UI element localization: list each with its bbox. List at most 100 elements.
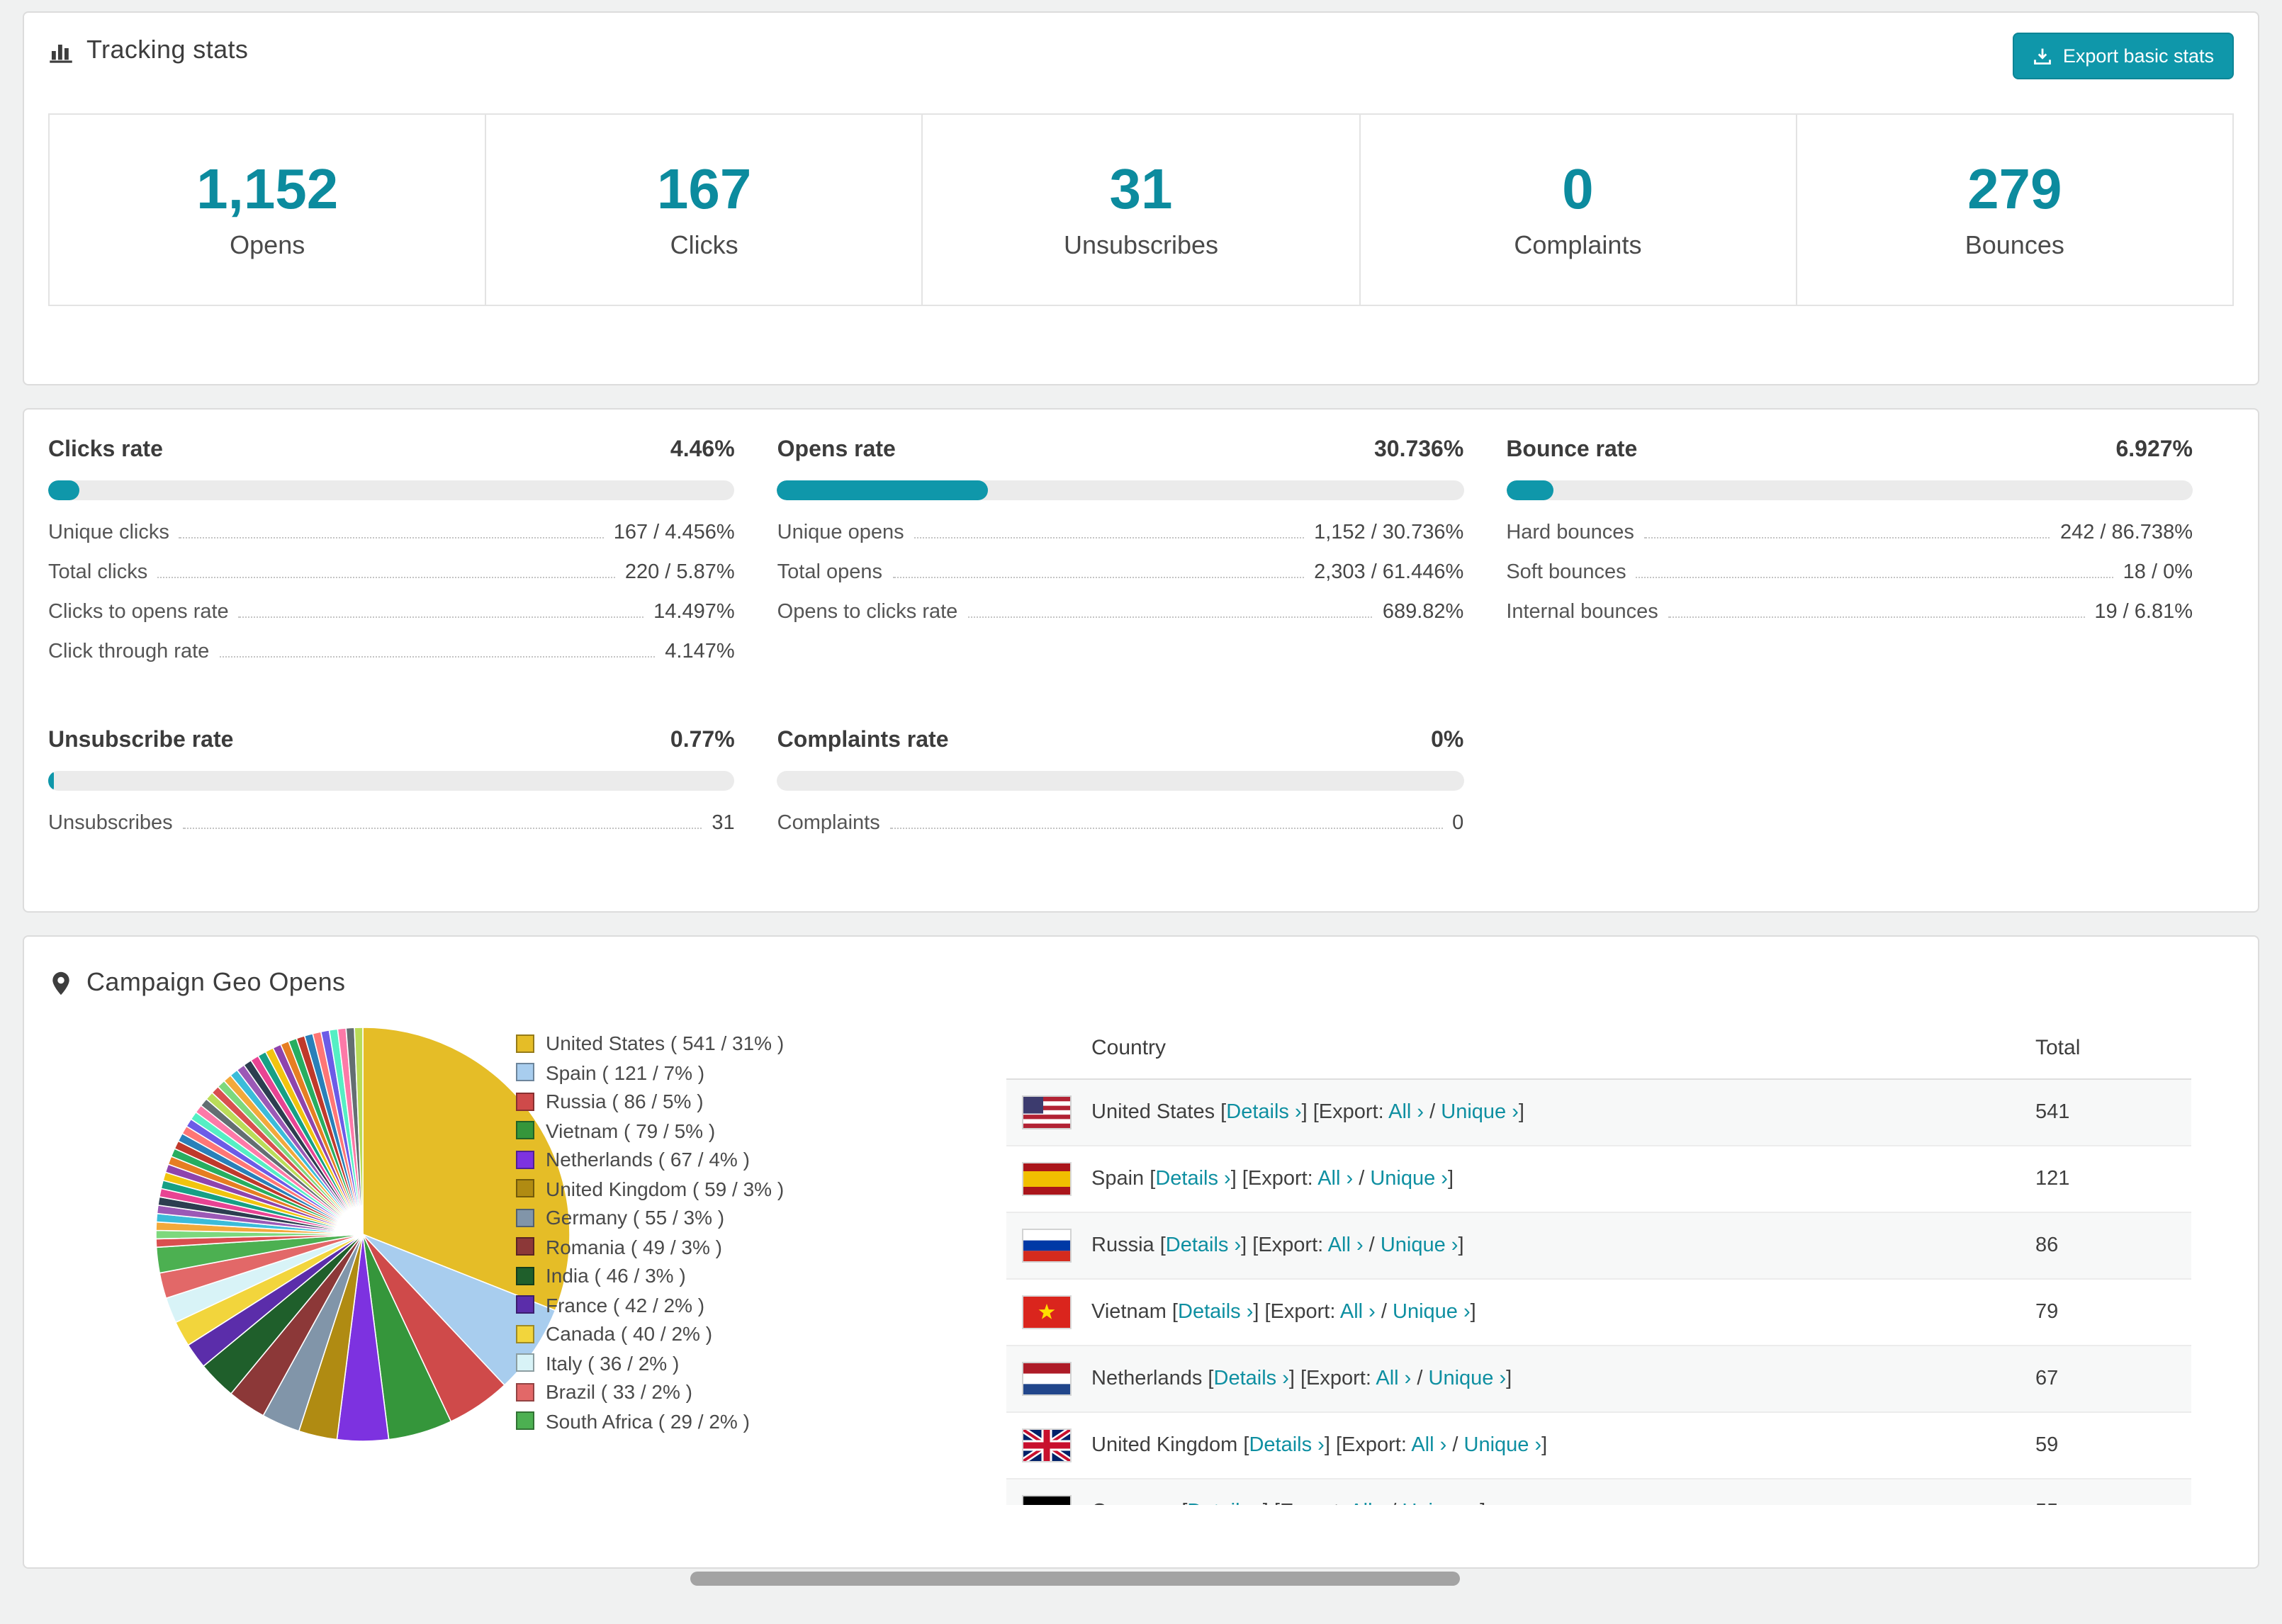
export-button-label: Export basic stats: [2062, 45, 2214, 67]
details-link[interactable]: Details ›: [1214, 1368, 1289, 1390]
legend-label: Vietnam ( 79 / 5% ): [546, 1119, 716, 1142]
progress-fill: [48, 480, 79, 500]
rate-row-label: Total opens: [777, 561, 882, 584]
stat-opens: 1,152 Opens: [50, 115, 487, 305]
legend-item: France ( 42 / 2% ): [516, 1290, 984, 1319]
country-name: United Kingdom: [1091, 1434, 1238, 1457]
rate-row-value: 1,152 / 30.736%: [1314, 521, 1464, 544]
geo-table-header: Country Total: [1006, 1017, 2191, 1080]
table-row: Netherlands [Details ›] [Export: All › /…: [1006, 1346, 2191, 1413]
flag-nl-icon: [1022, 1362, 1072, 1396]
rate-row: Opens to clicks rate 689.82%: [777, 601, 1464, 641]
stat-value: 167: [656, 159, 752, 221]
country-total: 59: [2035, 1434, 2059, 1457]
rate-row-label: Soft bounces: [1506, 561, 1626, 584]
stat-label: Bounces: [1965, 231, 2064, 259]
legend-item: Romania ( 49 / 3% ): [516, 1232, 984, 1261]
rate-row: Click through rate 4.147%: [48, 641, 735, 680]
rate-row-label: Clicks to opens rate: [48, 601, 229, 624]
export-unique-link[interactable]: Unique ›: [1464, 1434, 1542, 1457]
country-total: 67: [2035, 1368, 2059, 1390]
rate-value: 30.736%: [1373, 438, 1464, 462]
details-link[interactable]: Details ›: [1178, 1301, 1253, 1324]
legend-label: United Kingdom ( 59 / 3% ): [546, 1177, 785, 1200]
export-all-link[interactable]: All ›: [1376, 1368, 1411, 1390]
legend-label: Brazil ( 33 / 2% ): [546, 1380, 692, 1404]
legend-item: South Africa ( 29 / 2% ): [516, 1406, 984, 1436]
geo-legend: United States ( 541 / 31% ) Spain ( 121 /…: [516, 1017, 984, 1505]
country-total: 121: [2035, 1168, 2070, 1190]
legend-swatch: [516, 1353, 534, 1372]
rate-row-value: 18 / 0%: [2123, 561, 2193, 584]
stat-value: 1,152: [196, 159, 339, 221]
export-unique-link[interactable]: Unique ›: [1370, 1168, 1448, 1190]
details-link[interactable]: Details ›: [1187, 1501, 1262, 1505]
stat-clicks: 167 Clicks: [486, 115, 923, 305]
rate-row-value: 2,303 / 61.446%: [1314, 561, 1464, 584]
rate-row-value: 242 / 86.738%: [2059, 521, 2193, 544]
export-all-link[interactable]: All ›: [1388, 1101, 1424, 1124]
details-link[interactable]: Details ›: [1166, 1234, 1241, 1257]
details-link[interactable]: Details ›: [1249, 1434, 1324, 1457]
flag-us-icon: [1022, 1095, 1072, 1129]
table-row: United Kingdom [Details ›] [Export: All …: [1006, 1413, 2191, 1479]
tracking-stats-card: Tracking stats Export basic stats 1,152 …: [23, 11, 2259, 385]
export-unique-link[interactable]: Unique ›: [1441, 1101, 1519, 1124]
summary-stats-strip: 1,152 Opens 167 Clicks 31 Unsubscribes 0…: [48, 113, 2234, 306]
legend-swatch: [516, 1150, 534, 1169]
rate-row-label: Unique clicks: [48, 521, 169, 544]
geo-opens-header: Campaign Geo Opens: [48, 968, 2234, 998]
rate-block-complaints: Complaints rate 0% Complaints 0: [777, 728, 1464, 852]
flag-gb-icon: [1022, 1428, 1072, 1462]
rate-title: Unsubscribe rate: [48, 728, 234, 752]
stat-label: Complaints: [1514, 231, 1642, 259]
rate-row-label: Hard bounces: [1506, 521, 1634, 544]
country-name: Netherlands: [1091, 1368, 1203, 1390]
rate-value: 6.927%: [2115, 438, 2193, 462]
rate-row: Unique opens 1,152 / 30.736%: [777, 521, 1464, 561]
rate-row-value: 19 / 6.81%: [2094, 601, 2193, 624]
progress-bar: [777, 771, 1464, 791]
rate-title: Bounce rate: [1506, 438, 1638, 462]
legend-swatch: [516, 1208, 534, 1227]
export-all-link[interactable]: All ›: [1349, 1501, 1385, 1505]
flag-vn-icon: [1022, 1295, 1072, 1329]
progress-bar: [777, 480, 1464, 500]
legend-label: Russia ( 86 / 5% ): [546, 1090, 704, 1113]
legend-swatch: [516, 1034, 534, 1053]
rate-row-label: Complaints: [777, 812, 880, 835]
horizontal-scrollbar-thumb[interactable]: [690, 1572, 1460, 1586]
geo-opens-title: Campaign Geo Opens: [86, 968, 346, 996]
rate-value: 4.46%: [670, 438, 735, 462]
rate-row-label: Unique opens: [777, 521, 904, 544]
export-unique-link[interactable]: Unique ›: [1381, 1234, 1458, 1257]
export-unique-link[interactable]: Unique ›: [1393, 1301, 1471, 1324]
export-all-link[interactable]: All ›: [1317, 1168, 1353, 1190]
tracking-stats-header: Tracking stats: [48, 35, 2234, 65]
dotted-leader: [157, 577, 615, 578]
geo-table: Country Total United States [Details ›] …: [1006, 1017, 2191, 1505]
export-all-link[interactable]: All ›: [1340, 1301, 1376, 1324]
legend-label: Canada ( 40 / 2% ): [546, 1322, 713, 1346]
rate-row: Hard bounces 242 / 86.738%: [1506, 521, 2193, 561]
export-unique-link[interactable]: Unique ›: [1402, 1501, 1480, 1505]
rate-row-label: Opens to clicks rate: [777, 601, 958, 624]
rate-row-label: Total clicks: [48, 561, 148, 584]
export-all-link[interactable]: All ›: [1411, 1434, 1446, 1457]
rate-block-unsubscribes: Unsubscribe rate 0.77% Unsubscribes 31: [48, 728, 735, 852]
rate-title: Complaints rate: [777, 728, 949, 752]
details-link[interactable]: Details ›: [1155, 1168, 1230, 1190]
export-basic-stats-button[interactable]: Export basic stats: [2013, 33, 2234, 79]
details-link[interactable]: Details ›: [1226, 1101, 1301, 1124]
legend-label: France ( 42 / 2% ): [546, 1293, 705, 1316]
rate-row: Clicks to opens rate 14.497%: [48, 601, 735, 641]
table-row: United States [Details ›] [Export: All ›…: [1006, 1080, 2191, 1146]
export-all-link[interactable]: All ›: [1328, 1234, 1364, 1257]
legend-item: Brazil ( 33 / 2% ): [516, 1377, 984, 1406]
export-unique-link[interactable]: Unique ›: [1429, 1368, 1507, 1390]
rate-row-label: Unsubscribes: [48, 812, 173, 835]
rate-block-bounces: Bounce rate 6.927% Hard bounces 242 / 86.…: [1506, 438, 2193, 680]
legend-item: Italy ( 36 / 2% ): [516, 1348, 984, 1377]
dotted-leader: [238, 616, 644, 618]
stat-value: 0: [1562, 159, 1594, 221]
